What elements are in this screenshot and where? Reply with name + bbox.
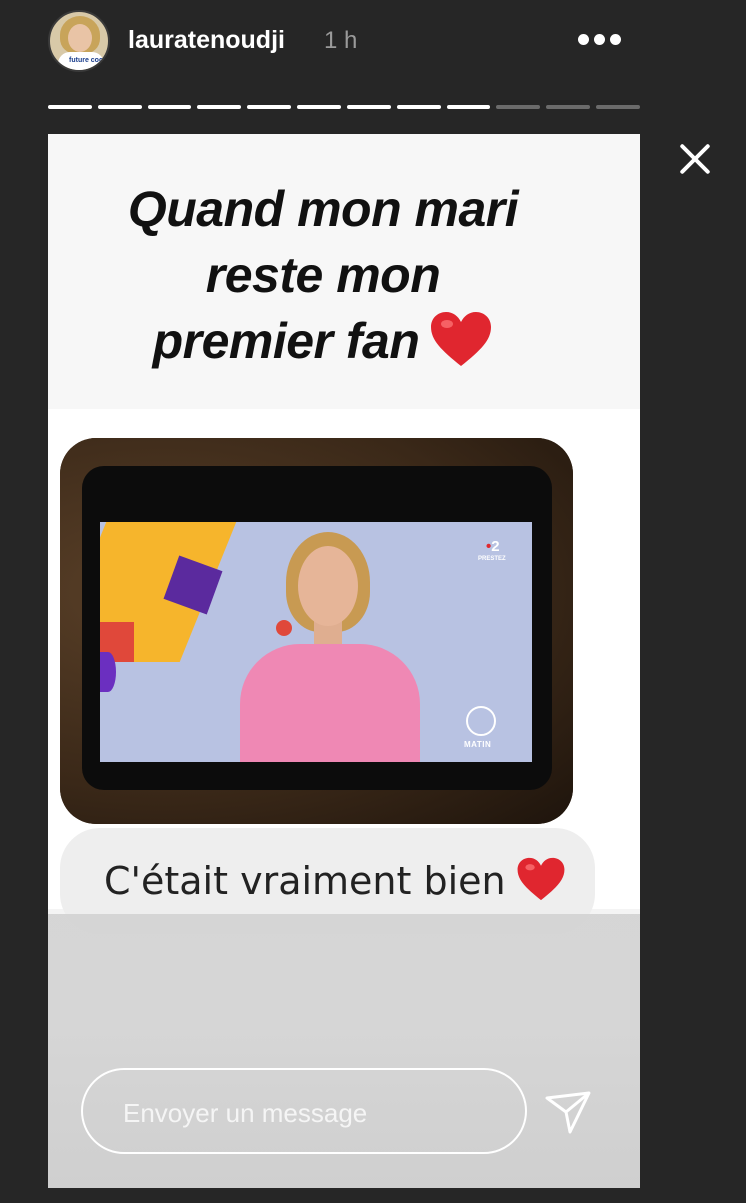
more-options-icon[interactable] [578, 32, 622, 48]
heart-emoji-icon [431, 312, 492, 366]
show-label: MATIN [464, 740, 492, 749]
progress-segment [197, 105, 242, 109]
message-text: C'était vraiment bien [104, 859, 506, 903]
progress-segment [346, 105, 391, 109]
avatar-shirt-text: future cool [69, 57, 106, 64]
avatar-face [68, 24, 92, 52]
story-caption: Quand mon mari reste mon premier fan [68, 176, 578, 374]
progress-segment [396, 105, 441, 109]
post-time: 1 h [324, 27, 358, 54]
clock-icon [466, 706, 496, 736]
progress-segment [147, 105, 192, 109]
story-content[interactable]: Quand mon mari reste mon premier fan •2 … [48, 134, 640, 1188]
progress-segment [247, 105, 292, 109]
caption-line-2: reste mon [205, 247, 441, 303]
story-progress-bar [48, 105, 640, 109]
progress-segment [97, 105, 142, 109]
progress-segment [297, 105, 341, 109]
channel-small-text: PRESTEZ [478, 556, 506, 562]
progress-segment [596, 105, 640, 109]
progress-segment [446, 105, 491, 109]
decor-shape [100, 652, 116, 692]
message-input[interactable] [121, 1090, 505, 1136]
heart-emoji-icon [517, 857, 565, 901]
paper-plane-icon[interactable] [544, 1088, 592, 1136]
progress-segment [496, 105, 541, 109]
tv-photo: •2 PRESTEZ MATIN [60, 438, 573, 824]
progress-segment [48, 105, 92, 109]
channel-logo: •2 [486, 538, 500, 555]
story-header: future cool lauratenoudji 1 h [48, 10, 648, 74]
presenter [230, 532, 430, 762]
caption-line-1: Quand mon mari [127, 181, 519, 237]
tv-screen: •2 PRESTEZ MATIN [100, 522, 532, 762]
caption-line-3-text: premier fan [152, 313, 420, 369]
message-text-line: C'était vraiment bien [104, 856, 566, 903]
username[interactable]: lauratenoudji [128, 26, 285, 55]
caption-line-3: premier fan [68, 308, 578, 374]
reply-field[interactable] [81, 1068, 527, 1154]
avatar[interactable]: future cool [48, 10, 110, 72]
progress-segment [546, 105, 591, 109]
close-icon[interactable] [676, 140, 714, 178]
